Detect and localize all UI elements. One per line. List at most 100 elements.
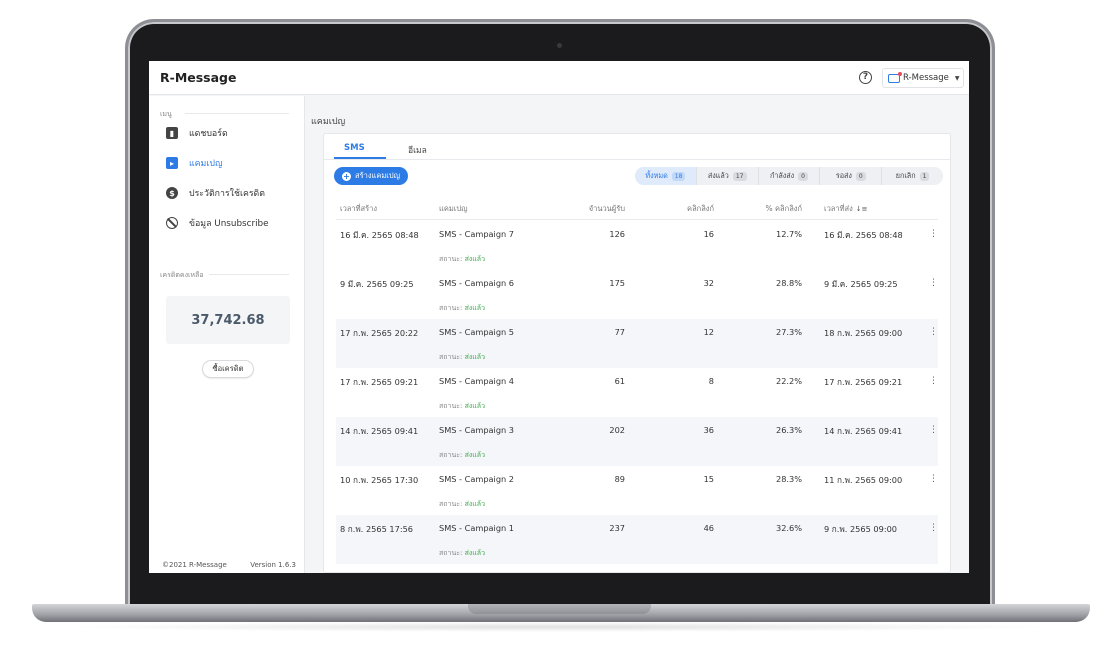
dashboard-icon: ▮ [166, 127, 178, 139]
more-options-icon[interactable]: ⋮ [929, 278, 938, 288]
sidebar-item-dashboard[interactable]: ▮ แดชบอร์ด [166, 125, 228, 141]
status-badge: ส่งแล้ว [464, 255, 486, 263]
cell-recipients: 175 [609, 278, 625, 288]
cell-campaign-name[interactable]: SMS - Campaign 6 [439, 278, 514, 288]
cell-campaign-name[interactable]: SMS - Campaign 3 [439, 425, 514, 435]
column-header-clicks[interactable]: คลิกลิงก์ [687, 203, 714, 215]
campaign-icon: ▸ [166, 157, 178, 169]
table-row[interactable]: 16 มี.ค. 2565 08:48 SMS - Campaign 7 126… [336, 221, 938, 270]
table-row[interactable]: 17 ก.พ. 2565 09:21 SMS - Campaign 4 61 8… [336, 368, 938, 417]
cell-recipients: 89 [614, 474, 625, 484]
column-header-click-rate[interactable]: % คลิกลิงก์ [766, 203, 802, 215]
tab-sms[interactable]: SMS [344, 143, 365, 153]
status-badge: ส่งแล้ว [464, 500, 486, 508]
more-options-icon[interactable]: ⋮ [929, 327, 938, 337]
count-badge: 0 [798, 171, 808, 181]
table-row[interactable]: 9 มี.ค. 2565 09:25 SMS - Campaign 6 175 … [336, 270, 938, 319]
more-options-icon[interactable]: ⋮ [929, 376, 938, 386]
tab-bar: SMS อีเมล [324, 134, 950, 160]
active-tab-indicator [334, 157, 386, 159]
column-header-sent-label: เวลาที่ส่ง [824, 204, 853, 213]
sidebar-item-label: แดชบอร์ด [189, 129, 228, 139]
status-badge: ส่งแล้ว [464, 451, 486, 459]
filter-label: กำลังส่ง [769, 170, 795, 180]
more-options-icon[interactable]: ⋮ [929, 474, 938, 484]
webcam-icon [557, 43, 562, 48]
cell-click-rate: 12.7% [775, 229, 802, 239]
account-menu-button[interactable]: R-Message ▼ [882, 68, 964, 88]
cell-created: 9 มี.ค. 2565 09:25 [340, 279, 414, 289]
table-header: เวลาที่สร้าง แคมเปญ จำนวนผู้รับ คลิกลิงก… [336, 198, 938, 220]
filter-label: ส่งแล้ว [707, 170, 729, 180]
status-prefix: สถานะ: [439, 255, 463, 263]
status-filter-bar: ทั้งหมด 18 ส่งแล้ว 17 กำลังส่ง 0 รอส่ง 0… [635, 167, 943, 185]
sidebar-item-campaign[interactable]: ▸ แคมเปญ [166, 155, 222, 171]
cell-created: 17 ก.พ. 2565 09:21 [340, 377, 419, 387]
divider [185, 113, 289, 114]
table-row[interactable]: 8 ก.พ. 2565 17:56 SMS - Campaign 1 237 4… [336, 515, 938, 564]
more-options-icon[interactable]: ⋮ [929, 425, 938, 435]
status-label: สถานะ: ส่งแล้ว [439, 499, 485, 510]
more-options-icon[interactable]: ⋮ [929, 229, 938, 239]
filter-cancelled[interactable]: ยกเลิก 1 [882, 167, 943, 185]
cell-campaign-name[interactable]: SMS - Campaign 4 [439, 376, 514, 386]
status-label: สถานะ: ส่งแล้ว [439, 303, 485, 314]
cell-click-rate: 27.3% [775, 327, 802, 337]
help-icon[interactable]: ? [859, 71, 872, 84]
column-header-sent[interactable]: เวลาที่ส่ง ↓≡ [824, 203, 868, 215]
cell-clicks: 46 [703, 523, 714, 533]
version: Version 1.6.3 [250, 561, 296, 569]
cell-clicks: 8 [708, 376, 714, 386]
sidebar-item-unsubscribe[interactable]: ข้อมูล Unsubscribe [166, 215, 269, 231]
filter-pending[interactable]: รอส่ง 0 [820, 167, 883, 185]
app-screen: R-Message ? R-Message ▼ เมนู ▮ แดชบอร์ด … [149, 61, 969, 573]
column-header-recipients[interactable]: จำนวนผู้รับ [589, 203, 625, 215]
sidebar-item-credit-history[interactable]: $ ประวัติการใช้เครดิต [166, 185, 265, 201]
column-header-campaign[interactable]: แคมเปญ [439, 203, 468, 215]
cell-recipients: 202 [609, 425, 625, 435]
cell-campaign-name[interactable]: SMS - Campaign 5 [439, 327, 514, 337]
cell-sent: 9 ก.พ. 2565 09:00 [824, 524, 898, 534]
cell-recipients: 126 [609, 229, 625, 239]
sort-icon[interactable]: ↓≡ [856, 205, 868, 213]
top-bar: R-Message ? R-Message ▼ [149, 61, 969, 95]
credit-balance: 37,742.68 [166, 296, 290, 344]
filter-sending[interactable]: กำลังส่ง 0 [759, 167, 821, 185]
sidebar-item-label: แคมเปญ [189, 159, 223, 169]
cell-sent: 11 ก.พ. 2565 09:00 [824, 475, 903, 485]
buy-credit-button[interactable]: ซื้อเครดิต [202, 360, 254, 378]
status-badge: ส่งแล้ว [464, 402, 486, 410]
cell-campaign-name[interactable]: SMS - Campaign 2 [439, 474, 514, 484]
table-row[interactable]: 17 ก.พ. 2565 20:22 SMS - Campaign 5 77 1… [336, 319, 938, 368]
more-options-icon[interactable]: ⋮ [929, 523, 938, 533]
table-row[interactable]: 10 ก.พ. 2565 17:30 SMS - Campaign 2 89 1… [336, 466, 938, 515]
cell-sent: 16 มี.ค. 2565 08:48 [824, 230, 903, 240]
sidebar-menu-heading: เมนู [160, 110, 172, 118]
laptop-notch [468, 604, 651, 614]
status-badge: ส่งแล้ว [464, 304, 486, 312]
column-header-created[interactable]: เวลาที่สร้าง [340, 203, 377, 215]
cell-clicks: 16 [703, 229, 714, 239]
campaign-card: SMS อีเมล + สร้างแคมเปญ ทั้งหมด 18 ส่งแล… [323, 133, 951, 573]
status-label: สถานะ: ส่งแล้ว [439, 450, 485, 461]
filter-label: ยกเลิก [895, 170, 916, 180]
cell-recipients: 237 [609, 523, 625, 533]
table-row[interactable]: 14 ก.พ. 2565 09:41 SMS - Campaign 3 202 … [336, 417, 938, 466]
status-label: สถานะ: ส่งแล้ว [439, 352, 485, 363]
status-label: สถานะ: ส่งแล้ว [439, 401, 485, 412]
tab-email[interactable]: อีเมล [408, 143, 427, 157]
create-campaign-label: สร้างแคมเปญ [355, 171, 400, 180]
status-prefix: สถานะ: [439, 304, 463, 312]
cell-campaign-name[interactable]: SMS - Campaign 1 [439, 523, 514, 533]
cell-clicks: 36 [703, 425, 714, 435]
filter-all[interactable]: ทั้งหมด 18 [635, 167, 697, 185]
filter-sent[interactable]: ส่งแล้ว 17 [697, 167, 759, 185]
cell-click-rate: 28.3% [775, 474, 802, 484]
cell-campaign-name[interactable]: SMS - Campaign 7 [439, 229, 514, 239]
count-badge: 17 [732, 171, 747, 181]
cell-click-rate: 26.3% [775, 425, 802, 435]
cell-created: 16 มี.ค. 2565 08:48 [340, 230, 419, 240]
create-campaign-button[interactable]: + สร้างแคมเปญ [334, 167, 408, 185]
cell-clicks: 32 [703, 278, 714, 288]
cell-clicks: 15 [703, 474, 714, 484]
